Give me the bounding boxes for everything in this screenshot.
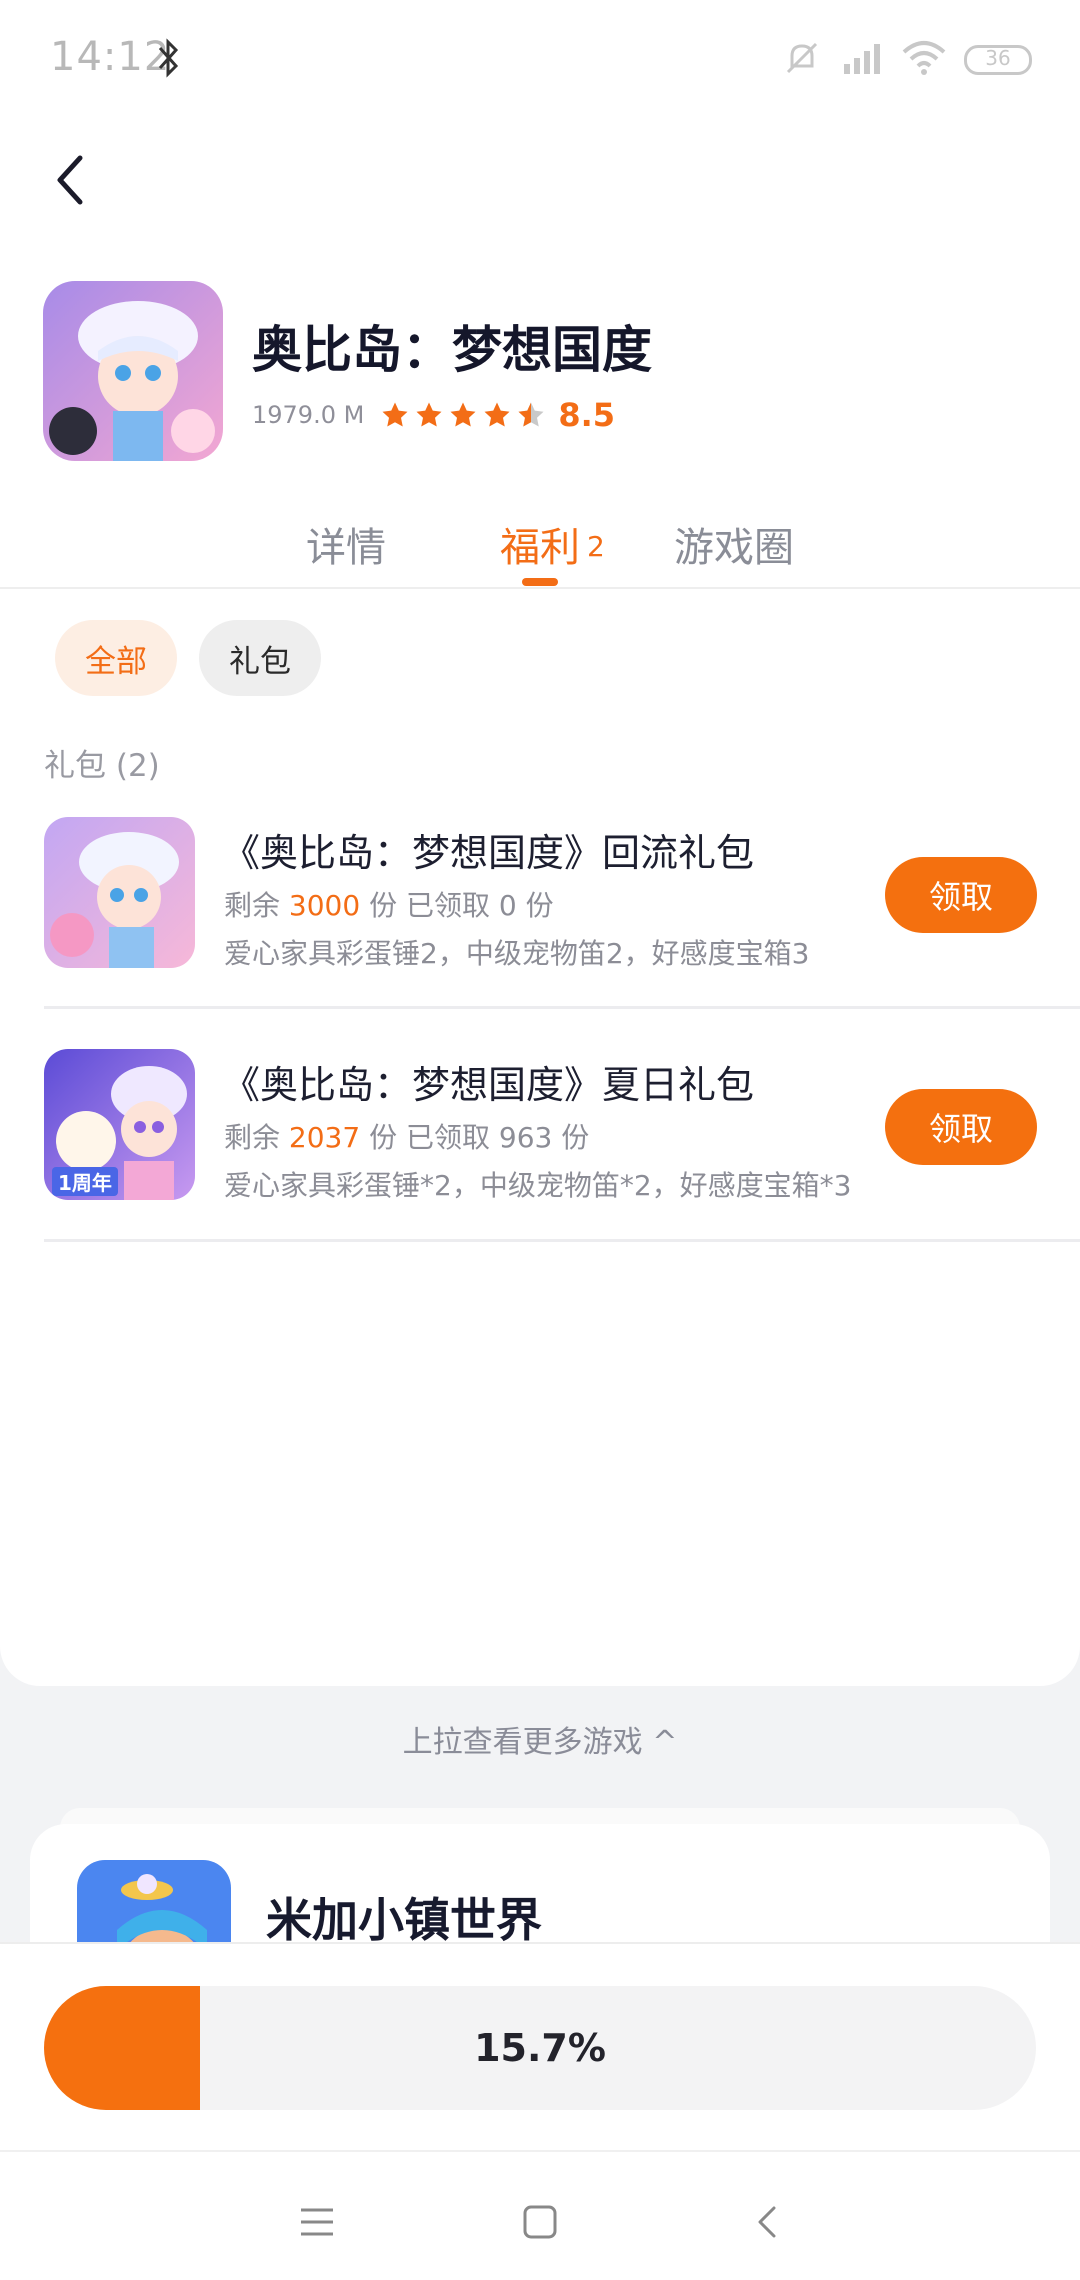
gift-description: 爱心家具彩蛋锤*2，中级宠物笛*2，好感度宝箱*3	[224, 1169, 852, 1202]
bluetooth-icon	[156, 36, 182, 84]
gift-title: 《奥比岛：梦想国度》回流礼包	[222, 831, 755, 875]
download-progress-bar[interactable]: 15.7%	[44, 1986, 1036, 2110]
back-chevron-icon	[758, 2206, 776, 2238]
gift-stats: 剩余 3000 份 已领取 0 份	[224, 884, 554, 924]
tab-game-circle[interactable]: 游戏圈	[674, 515, 794, 573]
back-arrow-icon	[57, 155, 83, 205]
app-title: 奥比岛：梦想国度	[252, 321, 652, 379]
star-icon	[450, 402, 476, 427]
filter-chip-all[interactable]: 全部	[55, 620, 177, 696]
battery-level: 36	[985, 46, 1011, 70]
row-divider	[44, 1239, 1080, 1242]
system-nav-bar	[0, 2150, 1080, 2280]
star-icon	[382, 402, 408, 427]
status-time: 14:12	[50, 34, 171, 80]
gift-row[interactable]: 1周年 《奥比岛：梦想国度》夏日礼包 剩余 2037 份 已领取 963 份 爱…	[44, 1044, 1080, 1224]
home-square-icon	[523, 2205, 557, 2239]
rating-stars	[380, 400, 546, 430]
progress-label: 15.7%	[474, 2026, 606, 2070]
signal-icon	[840, 38, 884, 82]
tab-welfare[interactable]: 福利	[500, 515, 580, 573]
anniversary-badge: 1周年	[52, 1167, 118, 1196]
tab-welfare-count: 2	[587, 530, 605, 563]
app-meta: 1979.0 M 8.5	[252, 396, 615, 434]
gift-row[interactable]: 《奥比岛：梦想国度》回流礼包 剩余 3000 份 已领取 0 份 爱心家具彩蛋锤…	[44, 812, 1080, 992]
wifi-icon	[902, 40, 946, 80]
next-game-title: 米加小镇世界	[266, 1893, 542, 1944]
remaining-count: 3000	[288, 889, 361, 922]
back-button[interactable]	[50, 150, 90, 210]
remaining-label: 剩余	[224, 1121, 281, 1154]
remaining-label: 剩余	[224, 889, 281, 922]
tab-details[interactable]: 详情	[306, 515, 386, 573]
download-panel: 15.7%	[0, 1942, 1080, 2150]
claim-button[interactable]: 领取	[885, 857, 1037, 933]
gift-icon	[44, 817, 195, 968]
gift-stats: 剩余 2037 份 已领取 963 份	[224, 1116, 589, 1156]
battery-icon: 36	[964, 45, 1032, 75]
row-divider	[44, 1006, 1080, 1009]
menu-icon	[301, 2208, 333, 2236]
app-icon	[43, 281, 223, 461]
gift-description: 爱心家具彩蛋锤2，中级宠物笛2，好感度宝箱3	[224, 937, 810, 970]
menu-nav-button[interactable]	[287, 2192, 347, 2252]
pull-up-hint[interactable]: 上拉查看更多游戏 ^	[0, 1717, 1080, 1761]
app-rating: 8.5	[558, 396, 615, 434]
section-title: 礼包 (2)	[44, 748, 160, 784]
gift-icon: 1周年	[44, 1049, 195, 1200]
tab-divider	[0, 587, 1080, 589]
half-star-icon	[518, 402, 544, 427]
mute-icon	[782, 38, 822, 82]
next-game-card[interactable]: 米加小镇世界	[30, 1824, 1050, 1944]
home-nav-button[interactable]	[510, 2192, 570, 2252]
gift-title: 《奥比岛：梦想国度》夏日礼包	[222, 1063, 755, 1107]
claimed-text: 份 已领取 0 份	[369, 889, 554, 922]
claim-button[interactable]: 领取	[885, 1089, 1037, 1165]
star-icon	[416, 402, 442, 427]
star-icon	[484, 402, 510, 427]
remaining-count: 2037	[288, 1121, 361, 1154]
app-size: 1979.0 M	[252, 401, 365, 429]
filter-chip-gift[interactable]: 礼包	[199, 620, 321, 696]
next-game-icon	[77, 1860, 231, 1944]
back-nav-button[interactable]	[737, 2192, 797, 2252]
active-tab-indicator	[522, 578, 558, 586]
status-bar: 14:12 36	[0, 0, 1080, 118]
claimed-text: 份 已领取 963 份	[369, 1121, 590, 1154]
